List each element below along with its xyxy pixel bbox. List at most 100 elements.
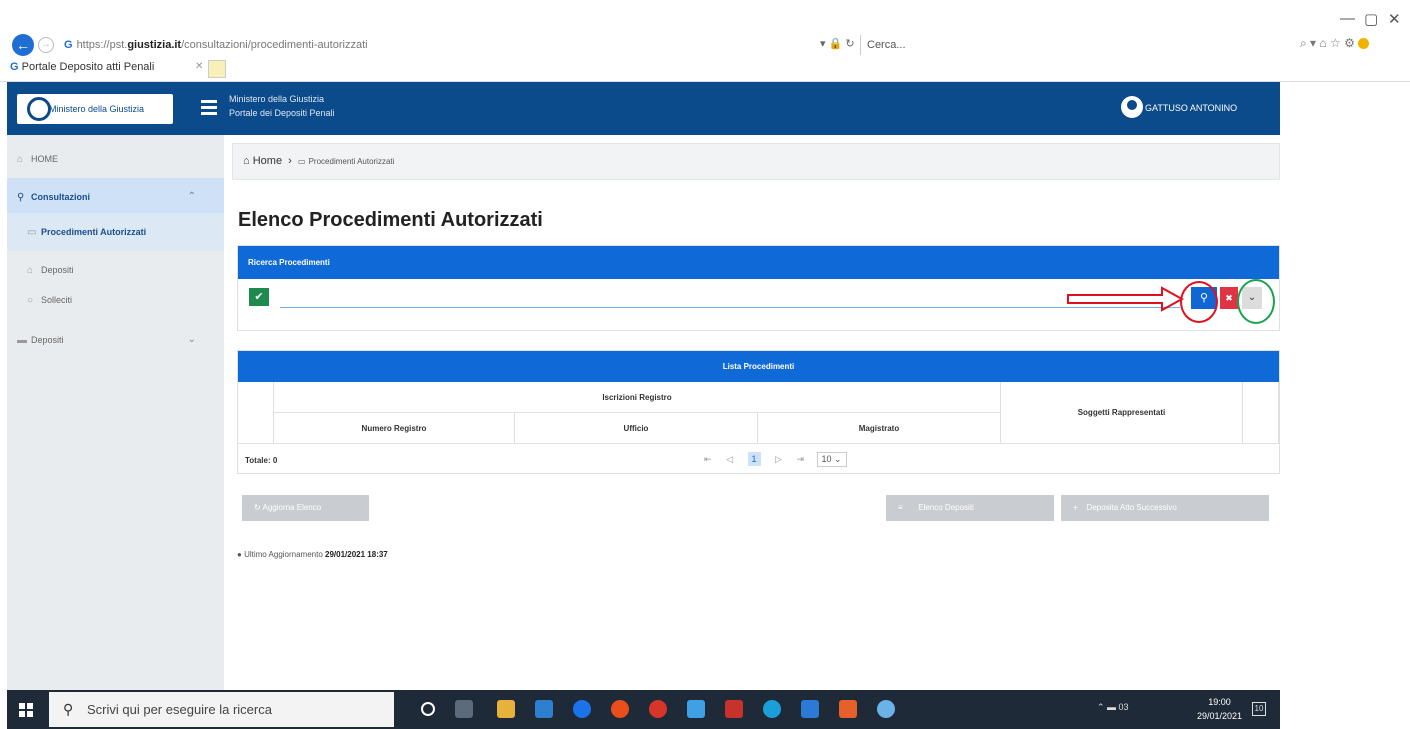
user-menu[interactable]: GATTUSO ANTONINO <box>1121 96 1237 120</box>
breadcrumb-home[interactable]: Home <box>253 155 282 167</box>
results-table: Iscrizioni Registro Numero Registro Uffi… <box>238 382 1279 444</box>
folder-icon: ▭ <box>27 227 37 238</box>
tab-close-icon[interactable]: ✕ <box>195 61 203 72</box>
cortana-icon[interactable] <box>421 702 435 716</box>
header-title: Ministero della Giustizia Portale dei De… <box>229 92 335 120</box>
sidebar-item-depositi-section[interactable]: ▬ Depositi ⌄ <box>7 321 224 359</box>
search-icon: ⚲ <box>63 701 74 717</box>
store-icon[interactable] <box>535 700 553 718</box>
taskbar-search[interactable]: ⚲ Scrivi qui per eseguire la ricerca <box>49 692 394 727</box>
maximize-button[interactable]: ▢ <box>1364 10 1378 28</box>
ministry-logo[interactable]: Ministero della Giustizia <box>17 94 173 124</box>
tab-favicon-icon: G <box>10 61 22 73</box>
url-domain: giustizia.it <box>127 39 182 51</box>
aggiorna-elenco-label: Aggiorna Elenco <box>262 503 322 512</box>
tab-title: Portale Deposito atti Penali <box>21 61 155 73</box>
windows-taskbar: ⚲ Scrivi qui per eseguire la ricerca ⌃ ▬… <box>7 690 1280 729</box>
column-header-numero[interactable]: Numero Registro <box>274 413 515 444</box>
page-title: Elenco Procedimenti Autorizzati <box>238 209 543 231</box>
red-circle-annotation <box>1180 281 1218 323</box>
smiley-icon[interactable] <box>1357 38 1369 50</box>
column-header-ufficio[interactable]: Ufficio <box>515 413 758 444</box>
table-select-column <box>238 382 274 444</box>
browser-titlebar: — ▢ ✕ <box>0 0 1410 30</box>
url-path: /consultazioni/procedimenti-autorizzati <box>181 39 368 51</box>
logo-text: Ministero della Giustizia <box>49 104 145 114</box>
search-panel-title: Ricerca Procedimenti <box>238 246 1279 279</box>
app-blue-icon[interactable] <box>877 700 895 718</box>
column-header-magistrato[interactable]: Magistrato <box>758 413 1001 444</box>
graduation-icon: ▬ <box>17 335 27 346</box>
sidebar-item-procedimenti-autorizzati[interactable]: ▭ Procedimenti Autorizzati <box>7 213 224 251</box>
site-favicon-icon: G <box>64 39 73 51</box>
menu-toggle-icon[interactable] <box>201 100 217 115</box>
address-bar[interactable]: Ghttps://pst.giustizia.it/consultazioni/… <box>60 35 830 55</box>
header-title-line1: Ministero della Giustizia <box>229 94 325 104</box>
minimize-button[interactable]: — <box>1340 10 1355 27</box>
list-panel: Lista Procedimenti Iscrizioni Registro N… <box>237 350 1280 474</box>
taskbar-clock[interactable]: 19:00 29/01/2021 <box>1197 695 1242 723</box>
red-arrow-annotation <box>1067 286 1185 312</box>
chevron-up-icon: ⌃ <box>187 191 196 202</box>
next-page-icon[interactable]: ▷ <box>775 454 782 465</box>
first-page-icon[interactable]: ⇤ <box>704 454 712 465</box>
elenco-depositi-button[interactable]: ≡ Elenco Depositi <box>886 495 1054 521</box>
list-panel-title: Lista Procedimenti <box>238 351 1279 382</box>
deposita-atto-button[interactable]: + Deposita Atto Successivo <box>1061 495 1269 521</box>
logo-g-icon <box>27 97 51 121</box>
total-count: Totale: 0 <box>245 456 278 465</box>
app-header: Ministero della Giustizia Ministero dell… <box>7 82 1280 135</box>
task-view-icon[interactable] <box>455 700 473 718</box>
home-icon: ⌂ <box>17 154 24 165</box>
url-prefix: https://pst. <box>76 39 128 51</box>
new-tab-button[interactable] <box>208 60 226 78</box>
clock-time: 19:00 <box>1208 697 1231 707</box>
file-explorer-icon[interactable] <box>497 700 515 718</box>
breadcrumb-current: Procedimenti Autorizzati <box>308 157 395 166</box>
sidebar-item-home[interactable]: ⌂ HOME <box>7 140 224 178</box>
app-orange-icon[interactable] <box>839 700 857 718</box>
sidebar: ⌂ HOME ⚲ Consultazioni ⌃ ▭ Procedimenti Aut… <box>7 135 224 690</box>
browser-toolbar-icons[interactable]: ⌕ ▾ ⌂ ☆ ⚙ <box>1300 36 1369 51</box>
page-size-select[interactable]: 10 ⌄ <box>816 452 847 467</box>
sidebar-item-label: HOME <box>31 154 58 164</box>
outlook-icon[interactable] <box>801 700 819 718</box>
notification-icon[interactable]: 10 <box>1252 702 1266 716</box>
sidebar-item-consultazioni[interactable]: ⚲ Consultazioni ⌃ <box>7 178 224 216</box>
plus-icon: + <box>1073 503 1087 512</box>
last-update-label: Ultimo Aggiornamento <box>244 550 323 559</box>
search-icon: ⚲ <box>17 192 25 203</box>
sidebar-item-label: Procedimenti Autorizzati <box>41 227 147 237</box>
close-window-button[interactable]: ✕ <box>1388 10 1401 28</box>
prev-page-icon[interactable]: ◁ <box>726 454 733 465</box>
system-tray[interactable]: ⌃ ▬ 03 <box>1097 702 1129 713</box>
column-header-soggetti[interactable]: Soggetti Rappresentati <box>1001 382 1243 444</box>
home-icon: ⌂ <box>243 155 250 167</box>
browser-search-box[interactable]: Cerca... <box>860 35 1110 55</box>
back-button[interactable]: ← <box>12 34 34 56</box>
last-page-icon[interactable]: ⇥ <box>796 454 804 465</box>
lock-refresh-icons[interactable]: ▾ 🔒 ↻ <box>820 37 855 50</box>
windows-start-icon[interactable] <box>19 703 33 717</box>
search-input[interactable] <box>280 288 1180 308</box>
forward-button[interactable]: → <box>38 37 54 53</box>
info-icon: ● <box>237 550 242 559</box>
browser-tab[interactable]: G Portale Deposito atti Penali <box>10 61 154 73</box>
teams-icon[interactable] <box>573 700 591 718</box>
sidebar-item-solleciti[interactable]: ○ Solleciti <box>7 281 224 319</box>
header-title-line2: Portale dei Depositi Penali <box>229 108 335 118</box>
right-blank-area <box>1280 82 1410 729</box>
current-page[interactable]: 1 <box>747 452 761 466</box>
app-red-icon[interactable] <box>649 700 667 718</box>
aggiorna-elenco-button[interactable]: ↻ Aggiorna Elenco <box>242 495 369 521</box>
clear-button[interactable]: ✖ <box>1220 287 1238 309</box>
pagination: ⇤ ◁ 1 ▷ ⇥ 10 ⌄ <box>698 452 847 467</box>
acrobat-icon[interactable] <box>725 700 743 718</box>
breadcrumb: ⌂ Home › ▭ Procedimenti Autorizzati <box>232 143 1280 180</box>
edge-icon[interactable] <box>763 700 781 718</box>
filter-checkbox[interactable]: ✔ <box>249 288 269 306</box>
internet-explorer-icon[interactable] <box>687 700 705 718</box>
chrome-icon[interactable] <box>611 700 629 718</box>
deposita-atto-label: Deposita Atto Successivo <box>1086 503 1177 512</box>
tray-lang: 03 <box>1118 702 1129 712</box>
